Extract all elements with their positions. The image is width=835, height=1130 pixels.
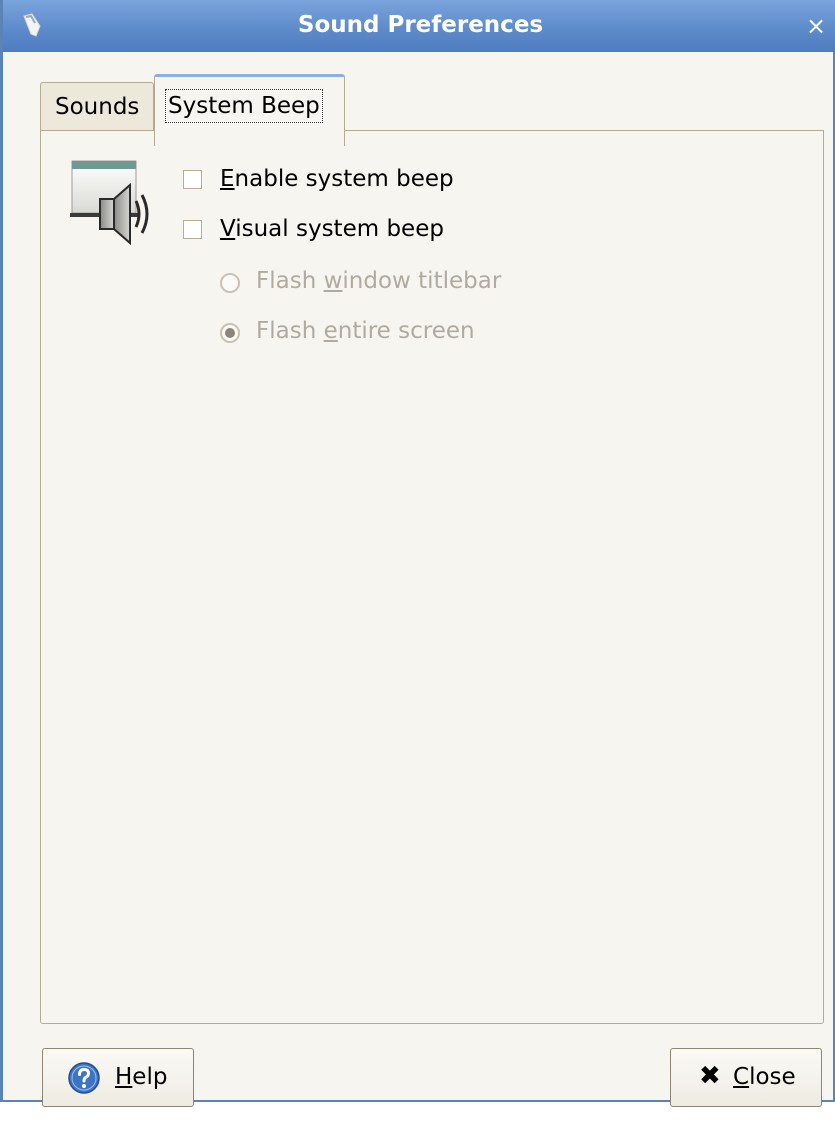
flash-entire-screen-text: ntire screen	[337, 318, 475, 344]
flash-entire-screen-mnemonic: e	[323, 318, 338, 344]
flash-entire-screen-radio[interactable]	[220, 323, 240, 343]
help-button[interactable]: Help	[42, 1048, 194, 1107]
flash-window-titlebar-label[interactable]: Flash window titlebar	[256, 268, 501, 294]
help-text: elp	[132, 1064, 168, 1090]
close-button-label: Close	[733, 1064, 796, 1090]
radio-selected-dot	[225, 328, 235, 338]
close-text: lose	[749, 1064, 796, 1090]
flash-window-titlebar-mnemonic: w	[323, 268, 343, 294]
visual-system-beep-label[interactable]: Visual system beep	[220, 216, 444, 242]
help-button-label: Help	[115, 1064, 167, 1090]
flash-window-titlebar-text: indow titlebar	[342, 268, 502, 294]
visual-system-beep-checkbox[interactable]	[183, 220, 202, 239]
tab-system-beep-label: System Beep	[165, 89, 323, 123]
close-x-icon: ✖	[699, 1061, 721, 1091]
system-beep-panel	[40, 130, 824, 1024]
tab-sounds[interactable]: Sounds	[40, 82, 154, 132]
titlebar[interactable]: Sound Preferences ×	[3, 0, 835, 52]
enable-system-beep-label[interactable]: Enable system beep	[220, 166, 454, 192]
enable-system-beep-checkbox[interactable]	[183, 170, 202, 189]
flash-window-titlebar-radio[interactable]	[220, 273, 240, 293]
flash-entire-screen-prefix: Flash	[256, 318, 324, 344]
close-icon[interactable]: ×	[804, 13, 828, 39]
visual-system-beep-text: isual system beep	[235, 216, 444, 242]
flash-entire-screen-label[interactable]: Flash entire screen	[256, 318, 475, 344]
tab-sounds-label: Sounds	[55, 94, 140, 120]
speaker-window-icon	[70, 160, 149, 246]
enable-system-beep-mnemonic: E	[220, 166, 235, 192]
help-mnemonic: H	[115, 1064, 133, 1090]
sound-preferences-window: Sound Preferences × Sounds System Beep E…	[0, 0, 835, 1107]
close-button[interactable]: ✖ Close	[670, 1048, 822, 1107]
window-title: Sound Preferences	[297, 12, 544, 38]
tab-system-beep[interactable]: System Beep	[154, 74, 345, 146]
close-mnemonic: C	[733, 1064, 750, 1090]
enable-system-beep-text: nable system beep	[234, 166, 454, 192]
visual-system-beep-mnemonic: V	[220, 216, 236, 242]
help-icon	[68, 1062, 100, 1094]
flash-window-titlebar-prefix: Flash	[256, 268, 324, 294]
